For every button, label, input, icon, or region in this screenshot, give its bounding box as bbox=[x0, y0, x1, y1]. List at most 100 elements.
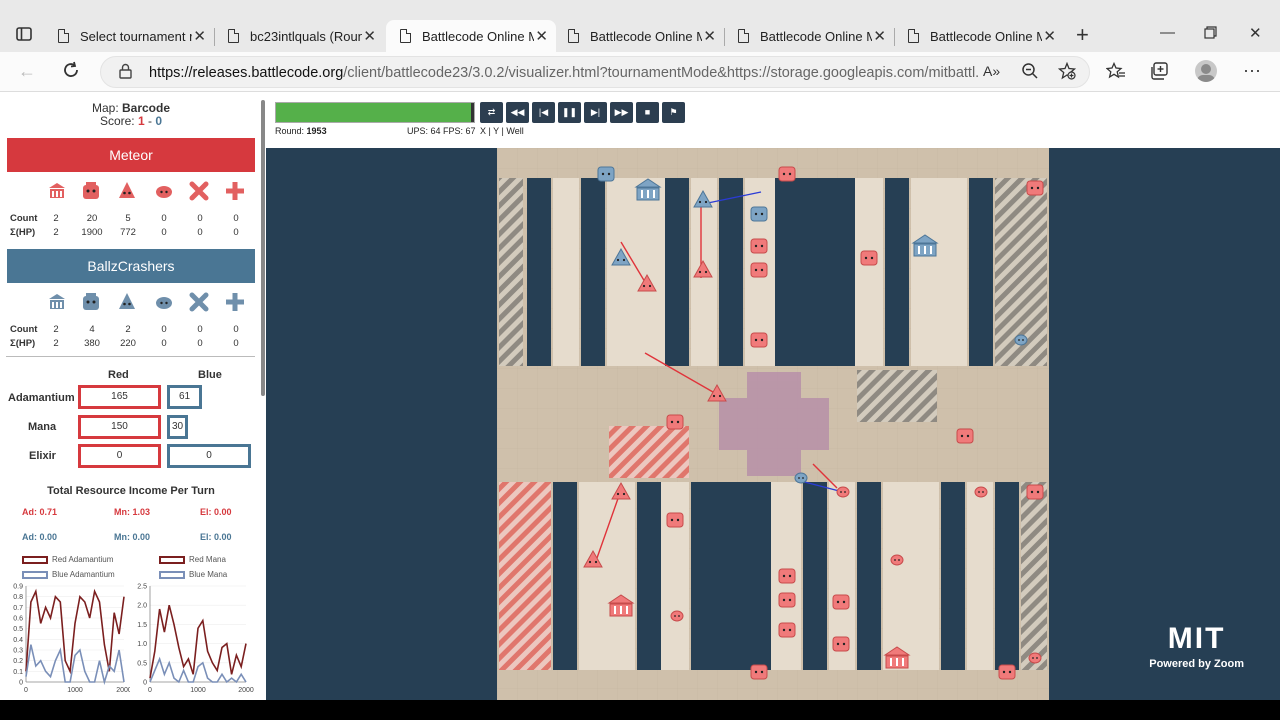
carrier-robot bbox=[1026, 484, 1044, 500]
restore-icon[interactable] bbox=[1204, 26, 1217, 43]
playback-controls: ⇄ ◀◀ |◀ ❚❚ ▶| ▶▶ ■ ⚑ Round: 1953 UPS: 64… bbox=[266, 92, 1280, 148]
y-tick-label: 0.6 bbox=[13, 616, 23, 623]
unit-count: 2 bbox=[53, 213, 59, 224]
page-icon bbox=[228, 29, 239, 43]
flag-button[interactable]: ⚑ bbox=[662, 102, 685, 123]
browser-tab-active[interactable]: Battlecode Online M ✕ bbox=[386, 20, 556, 52]
browser-tab[interactable]: Battlecode Online M ✕ bbox=[554, 20, 724, 52]
amplifier-robot bbox=[670, 610, 684, 622]
launcher-icon bbox=[116, 180, 136, 200]
favorites-icon[interactable] bbox=[1105, 61, 1126, 85]
team-red-header: Meteor bbox=[7, 138, 255, 172]
adamantium-income-chart: 0 0.1 0.2 0.3 0.4 0.5 0.6 0.7 0.8 0.9 0 1000 2000 bbox=[13, 584, 130, 695]
carrier-robot bbox=[750, 332, 768, 348]
lock-icon[interactable] bbox=[119, 63, 132, 79]
close-icon[interactable]: ✕ bbox=[535, 27, 548, 45]
x-tick-label: 1000 bbox=[190, 687, 206, 694]
game-viewport: MIT Powered by Zoom bbox=[266, 148, 1280, 700]
carrier-robot bbox=[750, 664, 768, 680]
close-icon[interactable]: ✕ bbox=[1043, 27, 1056, 45]
close-icon[interactable]: ✕ bbox=[703, 27, 716, 45]
carrier-robot bbox=[666, 512, 684, 528]
carrier-robot bbox=[750, 262, 768, 278]
profile-avatar[interactable] bbox=[1195, 60, 1217, 82]
amplifier-robot bbox=[1014, 334, 1028, 346]
reload-icon[interactable] bbox=[62, 61, 80, 84]
round-progress-bar[interactable] bbox=[275, 102, 475, 123]
unit-count: 2 bbox=[125, 324, 131, 335]
close-icon[interactable]: ✕ bbox=[363, 27, 376, 45]
add-favorite-icon[interactable] bbox=[1057, 61, 1077, 85]
url-field[interactable]: https://releases.battlecode.org/client/b… bbox=[100, 56, 1090, 88]
unit-hp: 0 bbox=[161, 227, 167, 238]
unit-count: 0 bbox=[161, 213, 167, 224]
divider bbox=[6, 356, 255, 357]
sidebar-scrollbar[interactable] bbox=[261, 100, 265, 396]
more-menu-icon[interactable]: ··· bbox=[1243, 60, 1261, 81]
page-icon bbox=[908, 29, 919, 43]
stop-button[interactable]: ■ bbox=[636, 102, 659, 123]
rewind-button[interactable]: ◀◀ bbox=[506, 102, 529, 123]
tab-title: Select tournament r bbox=[80, 28, 192, 44]
step-back-button[interactable]: |◀ bbox=[532, 102, 555, 123]
address-bar-row: ← https://releases.battlecode.org/client… bbox=[0, 52, 1280, 92]
unit-count: 2 bbox=[53, 324, 59, 335]
map-info: Map: Barcode bbox=[91, 101, 171, 115]
carrier-robot bbox=[778, 166, 796, 182]
page-icon bbox=[400, 29, 411, 43]
browser-tab[interactable]: Select tournament r ✕ bbox=[44, 20, 214, 52]
new-tab-icon[interactable]: + bbox=[1076, 22, 1089, 48]
carrier-robot bbox=[750, 206, 768, 222]
back-icon[interactable]: ← bbox=[18, 61, 36, 82]
unit-hp: 2 bbox=[53, 338, 59, 349]
collections-icon[interactable] bbox=[1150, 62, 1170, 85]
swap-teams-button[interactable]: ⇄ bbox=[480, 102, 503, 123]
blue-column-header: Blue bbox=[198, 369, 222, 381]
browser-tab[interactable]: Battlecode Online M ✕ bbox=[724, 20, 894, 52]
close-icon[interactable]: ✕ bbox=[873, 27, 886, 45]
carrier-robot bbox=[778, 568, 796, 584]
minimize-icon[interactable]: — bbox=[1160, 24, 1175, 41]
tab-title: bc23intlquals (Roun bbox=[250, 28, 362, 44]
unit-hp: 0 bbox=[161, 338, 167, 349]
hp-label: Σ(HP) bbox=[10, 227, 36, 238]
blue-elixir-value: 0 bbox=[167, 444, 251, 468]
step-forward-button[interactable]: ▶| bbox=[584, 102, 607, 123]
unit-count: 5 bbox=[125, 213, 131, 224]
carrier-robot bbox=[597, 166, 615, 182]
progress-fill bbox=[276, 103, 473, 122]
game-board[interactable] bbox=[497, 148, 1049, 700]
powered-by-zoom: Powered by Zoom bbox=[1149, 658, 1244, 670]
unit-hp: 0 bbox=[233, 227, 239, 238]
tab-title: Battlecode Online M bbox=[930, 28, 1042, 44]
zoom-icon[interactable] bbox=[1021, 62, 1039, 85]
y-tick-label: 0.9 bbox=[13, 584, 23, 591]
read-aloud-icon[interactable]: A» bbox=[983, 63, 1000, 79]
close-icon[interactable]: ✕ bbox=[193, 27, 206, 45]
fast-forward-button[interactable]: ▶▶ bbox=[610, 102, 633, 123]
close-window-icon[interactable]: ✕ bbox=[1249, 24, 1262, 42]
unit-count: 0 bbox=[233, 324, 239, 335]
mana-income-chart: 0 0.5 1.0 1.5 2.0 2.5 0 1000 2000 bbox=[137, 584, 254, 695]
round-readout: Round: 1953 bbox=[275, 126, 327, 136]
pause-button[interactable]: ❚❚ bbox=[558, 102, 581, 123]
carrier-robot bbox=[860, 250, 878, 266]
overlay-toggles[interactable]: X | Y | Well bbox=[480, 126, 524, 136]
y-tick-label: 0.2 bbox=[13, 658, 23, 665]
mit-logo: MIT bbox=[1167, 622, 1226, 655]
y-tick-label: 1.5 bbox=[137, 622, 147, 629]
y-tick-label: 2.0 bbox=[137, 603, 147, 610]
progress-handle[interactable] bbox=[471, 103, 475, 122]
tab-title: Battlecode Online M bbox=[590, 28, 702, 44]
red-column-header: Red bbox=[108, 369, 129, 381]
unit-hp: 220 bbox=[120, 338, 136, 349]
x-tick-label: 1000 bbox=[67, 687, 83, 694]
tab-actions-icon[interactable] bbox=[16, 27, 32, 45]
browser-tab[interactable]: Battlecode Online M ✕ bbox=[894, 20, 1064, 52]
browser-tab[interactable]: bc23intlquals (Roun ✕ bbox=[214, 20, 384, 52]
red-adamantium-value: 165 bbox=[78, 385, 161, 409]
amplifier-robot bbox=[836, 486, 850, 498]
carrier-icon bbox=[80, 180, 100, 200]
page-icon bbox=[738, 29, 749, 43]
carrier-robot bbox=[832, 594, 850, 610]
